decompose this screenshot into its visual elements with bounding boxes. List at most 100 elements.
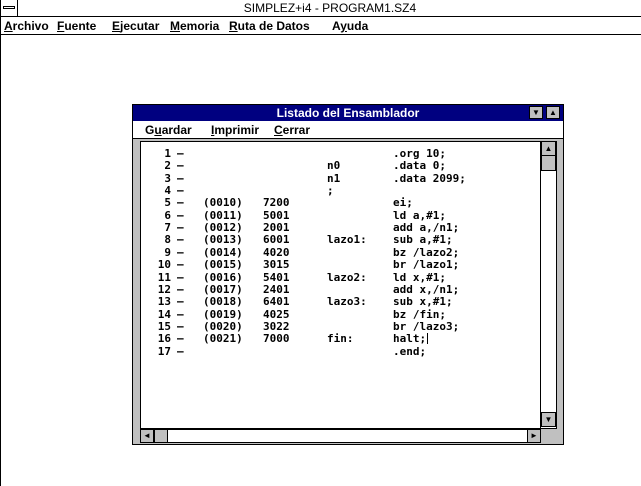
line-separator: – [177, 221, 184, 235]
memory-address: (0010) [203, 196, 243, 210]
line-separator: – [177, 319, 184, 333]
line-number: 11 [157, 270, 171, 284]
menu-mnemonic: E [112, 19, 121, 33]
menu-mnemonic: A [4, 19, 13, 33]
memory-address: (0015) [203, 258, 243, 272]
assembler-listing-window: Listado del Ensamblador ▼ ▲ Guardar Impri… [132, 104, 564, 445]
line-separator: – [177, 208, 184, 222]
machine-code: 4025 [263, 307, 290, 321]
source-instruction: ei; [393, 196, 413, 210]
machine-code: 6001 [263, 233, 290, 247]
menu-item-archivo[interactable]: Archivo [4, 18, 49, 34]
machine-code: 5401 [263, 270, 290, 284]
horizontal-scroll-thumb[interactable] [154, 429, 168, 443]
scroll-down-button[interactable]: ▼ [541, 412, 556, 427]
machine-code: 3022 [263, 319, 290, 333]
menu-label-part: ardar [161, 123, 192, 137]
machine-code: 7200 [263, 196, 290, 210]
menu-bar: Archivo Fuente Ejecutar Memoria Ruta de Dato… [1, 17, 641, 35]
scroll-left-icon: ◄ [143, 431, 151, 440]
listing-line: 4–; [141, 184, 537, 197]
menu-label-part: uta de Datos [237, 19, 310, 33]
menu-mnemonic: R [229, 19, 238, 33]
source-instruction: .end; [393, 344, 427, 358]
menu-label-part: uente [64, 19, 97, 33]
horizontal-scrollbar[interactable]: ◄ ► [140, 429, 541, 443]
minimize-icon: ▼ [532, 108, 540, 117]
line-number: 13 [157, 295, 171, 309]
listing-line: 10– (0015) 3015 br /lazo1; [141, 258, 537, 271]
menu-mnemonic: C [274, 123, 283, 137]
machine-code: 5001 [263, 208, 290, 222]
menu-item-ruta-de-datos[interactable]: Ruta de Datos [229, 18, 310, 34]
line-separator: – [177, 184, 184, 198]
menu-item-memoria[interactable]: Memoria [170, 18, 219, 34]
line-number: 17 [157, 344, 171, 358]
source-instruction: .data 2099; [393, 171, 466, 185]
listing-line: 3– n1 .data 2099; [141, 172, 537, 185]
line-separator: – [177, 295, 184, 309]
machine-code: 2401 [263, 282, 290, 296]
line-number: 14 [157, 307, 171, 321]
title-bar[interactable]: SIMPLEZ+i4 - PROGRAM1.SZ4 [1, 0, 641, 17]
text-cursor [427, 333, 429, 345]
machine-code: 2001 [263, 221, 290, 235]
line-separator: – [177, 147, 184, 160]
line-separator: – [177, 171, 184, 185]
dialog-menu-cerrar[interactable]: Cerrar [274, 122, 310, 138]
minimize-button[interactable]: ▼ [529, 106, 543, 119]
menu-label-part: rchivo [12, 19, 49, 33]
dialog-menu-imprimir[interactable]: Imprimir [211, 122, 259, 138]
source-label: lazo2: [327, 270, 367, 284]
machine-code: 4020 [263, 245, 290, 259]
source-label: lazo3: [327, 295, 367, 309]
line-number: 4 [164, 184, 171, 198]
source-instruction: halt; [393, 332, 429, 346]
menu-item-ejecutar[interactable]: Ejecutar [112, 18, 159, 34]
source-label: n0 [327, 159, 341, 173]
listing-line: 2– n0 .data 0; [141, 159, 537, 172]
line-number: 9 [164, 245, 171, 259]
menu-item-ayuda[interactable]: Ayuda [332, 18, 368, 34]
memory-address: (0017) [203, 282, 243, 296]
source-instruction: sub a,#1; [393, 233, 453, 247]
scroll-right-icon: ► [530, 431, 538, 440]
line-number: 10 [157, 258, 171, 272]
line-separator: – [177, 307, 184, 321]
line-separator: – [177, 270, 184, 284]
listing-line: 1– .org 10; [141, 147, 537, 160]
system-menu-button[interactable] [1, 0, 18, 16]
maximize-button[interactable]: ▲ [546, 106, 560, 119]
listing-line: 13– (0018) 6401 lazo3: sub x,#1; [141, 295, 537, 308]
machine-code: 3015 [263, 258, 290, 272]
memory-address: (0019) [203, 307, 243, 321]
dialog-title-bar[interactable]: Listado del Ensamblador [133, 105, 563, 121]
source-instruction: bz /lazo2; [393, 245, 460, 259]
listing-line: 7– (0012) 2001 add a,/n1; [141, 221, 537, 234]
source-label: lazo1: [327, 233, 367, 247]
memory-address: (0011) [203, 208, 243, 222]
line-number: 5 [164, 196, 171, 210]
line-separator: – [177, 196, 184, 210]
menu-label-part: mprimir [214, 123, 260, 137]
scroll-up-button[interactable]: ▲ [541, 141, 556, 156]
line-separator: – [177, 233, 184, 247]
menu-item-fuente[interactable]: Fuente [57, 18, 96, 34]
listing-line: 8– (0013) 6001 lazo1: sub a,#1; [141, 233, 537, 246]
source-label: fin: [327, 332, 354, 346]
vertical-scroll-thumb[interactable] [541, 155, 556, 171]
listing-area[interactable]: ▲ ▼ 1– .org 10; 2– n0 .data 0; 3– n1 .data 2099… [140, 141, 557, 429]
memory-address: (0016) [203, 270, 243, 284]
scroll-left-button[interactable]: ◄ [140, 429, 154, 443]
source-label: n1 [327, 171, 341, 185]
scroll-right-button[interactable]: ► [527, 429, 541, 443]
machine-code: 6401 [263, 295, 290, 309]
main-window: SIMPLEZ+i4 - PROGRAM1.SZ4 Archivo Fuente E… [0, 0, 641, 486]
scroll-up-icon: ▲ [544, 144, 553, 153]
dialog-menu-guardar[interactable]: Guardar [145, 122, 192, 138]
source-instruction: add a,/n1; [393, 221, 460, 235]
vertical-scrollbar[interactable]: ▲ ▼ [540, 141, 556, 428]
line-number: 15 [157, 319, 171, 333]
line-separator: – [177, 258, 184, 272]
source-instruction: ld a,#1; [393, 208, 446, 222]
